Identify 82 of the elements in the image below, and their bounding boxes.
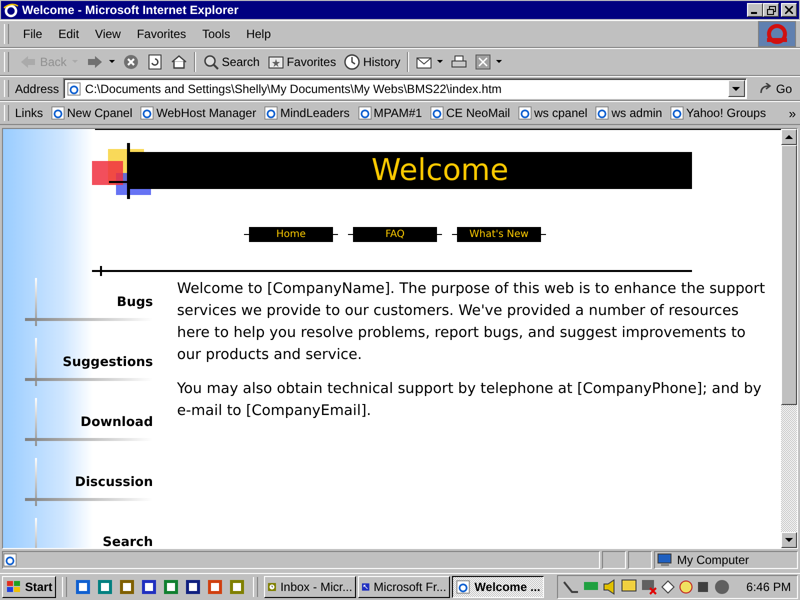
link-button[interactable]: WebHost Manager [136, 106, 260, 120]
logo-icon [758, 21, 796, 47]
scrollbar[interactable] [781, 129, 797, 548]
status-pane [628, 551, 652, 569]
sidebar-link[interactable]: Download [80, 415, 153, 430]
address-field[interactable]: C:\Documents and Settings\Shelly\My Documents\My Webs\BMS22\index.htm [63, 78, 747, 99]
page-icon [67, 82, 82, 96]
caret-icon [732, 86, 740, 90]
page-icon [518, 106, 532, 120]
printer-icon [451, 54, 468, 70]
link-button[interactable]: ws admin [591, 106, 666, 120]
sidebar-link[interactable]: Search [102, 535, 153, 548]
nav-button[interactable]: What's New [457, 227, 541, 242]
quick-launch-icon[interactable] [75, 579, 92, 595]
task-button[interactable]: Microsoft Fr... [358, 576, 450, 598]
windows-flag-icon [6, 580, 22, 594]
page-icon [670, 106, 684, 120]
menu-item[interactable]: View [87, 27, 129, 41]
star-folder-icon [268, 54, 284, 70]
quick-launch-icon[interactable] [141, 579, 158, 595]
sidebar-link[interactable]: Discussion [74, 475, 153, 490]
link-button[interactable]: New Cpanel [47, 106, 136, 120]
minimize-button[interactable] [747, 3, 763, 17]
dropdown-button[interactable] [728, 80, 745, 97]
page-icon [140, 106, 154, 120]
refresh-icon [146, 54, 163, 70]
stop-icon [122, 54, 139, 70]
quick-launch-icon[interactable] [119, 579, 136, 595]
nav-button[interactable]: Home [249, 227, 333, 242]
close-button[interactable] [781, 3, 797, 17]
down-arrow-icon [785, 538, 793, 542]
more-links-button[interactable]: » [788, 106, 796, 120]
address-label: Address [15, 82, 60, 96]
menu-item[interactable]: Tools [194, 27, 238, 41]
page-heading: Welcome [371, 153, 509, 188]
search-icon [202, 54, 219, 70]
page-icon [430, 106, 444, 120]
link-button[interactable]: CE NeoMail [426, 106, 514, 120]
page-icon [595, 106, 610, 120]
edit-icon [475, 54, 492, 70]
caret-icon [108, 60, 115, 64]
status-pane [602, 551, 626, 569]
menu-item[interactable]: Favorites [128, 27, 194, 41]
window-title: Welcome - Microsoft Internet Explorer [22, 3, 240, 17]
nav-button[interactable]: FAQ [353, 227, 437, 242]
sidebar-link[interactable]: Suggestions [62, 355, 153, 370]
link-button[interactable]: Yahoo! Groups [666, 106, 770, 120]
link-button[interactable]: ws cpanel [514, 106, 592, 120]
restore-button[interactable] [763, 3, 779, 17]
caret-icon [437, 60, 444, 64]
task-icon [456, 579, 471, 595]
page-icon [358, 106, 372, 120]
zone-label: My Computer [677, 553, 750, 567]
sidebar-link[interactable]: Bugs [116, 295, 153, 310]
caret-icon [496, 60, 502, 64]
link-button[interactable]: MindLeaders [260, 106, 354, 120]
browser-icon [3, 2, 19, 18]
search-button[interactable]: Search [198, 50, 264, 74]
menu-item[interactable]: Edit [50, 27, 88, 41]
history-button[interactable]: History [340, 50, 404, 74]
clock: 6:46 PM [746, 580, 791, 594]
start-button[interactable]: Start [2, 576, 56, 598]
go-button[interactable]: Go [754, 82, 796, 96]
paragraph: You may also obtain technical support by telephone at [CompanyPhone]; and by e-mail to [CompanyEmail]. [177, 380, 762, 421]
close-icon [785, 6, 793, 14]
paragraph: Welcome to [CompanyName]. The purpose of this web is to enhance the support services we provide to our customers. We've provided a number of resources here to help you resolve problems, report bugs, and suggest improvements to our products and service. [177, 280, 766, 365]
clock-icon [344, 54, 360, 70]
page-icon [51, 106, 66, 120]
home-icon [170, 54, 187, 70]
restore-icon [766, 6, 776, 14]
task-button[interactable]: Inbox - Micr... [264, 576, 356, 598]
task-button[interactable]: Welcome ... [452, 576, 544, 598]
up-arrow-icon [785, 135, 793, 139]
favorites-button[interactable]: Favorites [264, 50, 340, 74]
menu-item[interactable]: File [15, 27, 50, 41]
page-icon [264, 106, 278, 120]
menu-item[interactable]: Help [238, 27, 279, 41]
quick-launch-icon[interactable] [185, 579, 202, 595]
forward-arrow-icon [86, 54, 104, 70]
links-label: Links [15, 106, 44, 120]
go-arrow-icon [758, 82, 773, 94]
link-button[interactable]: MPAM#1 [354, 106, 426, 120]
